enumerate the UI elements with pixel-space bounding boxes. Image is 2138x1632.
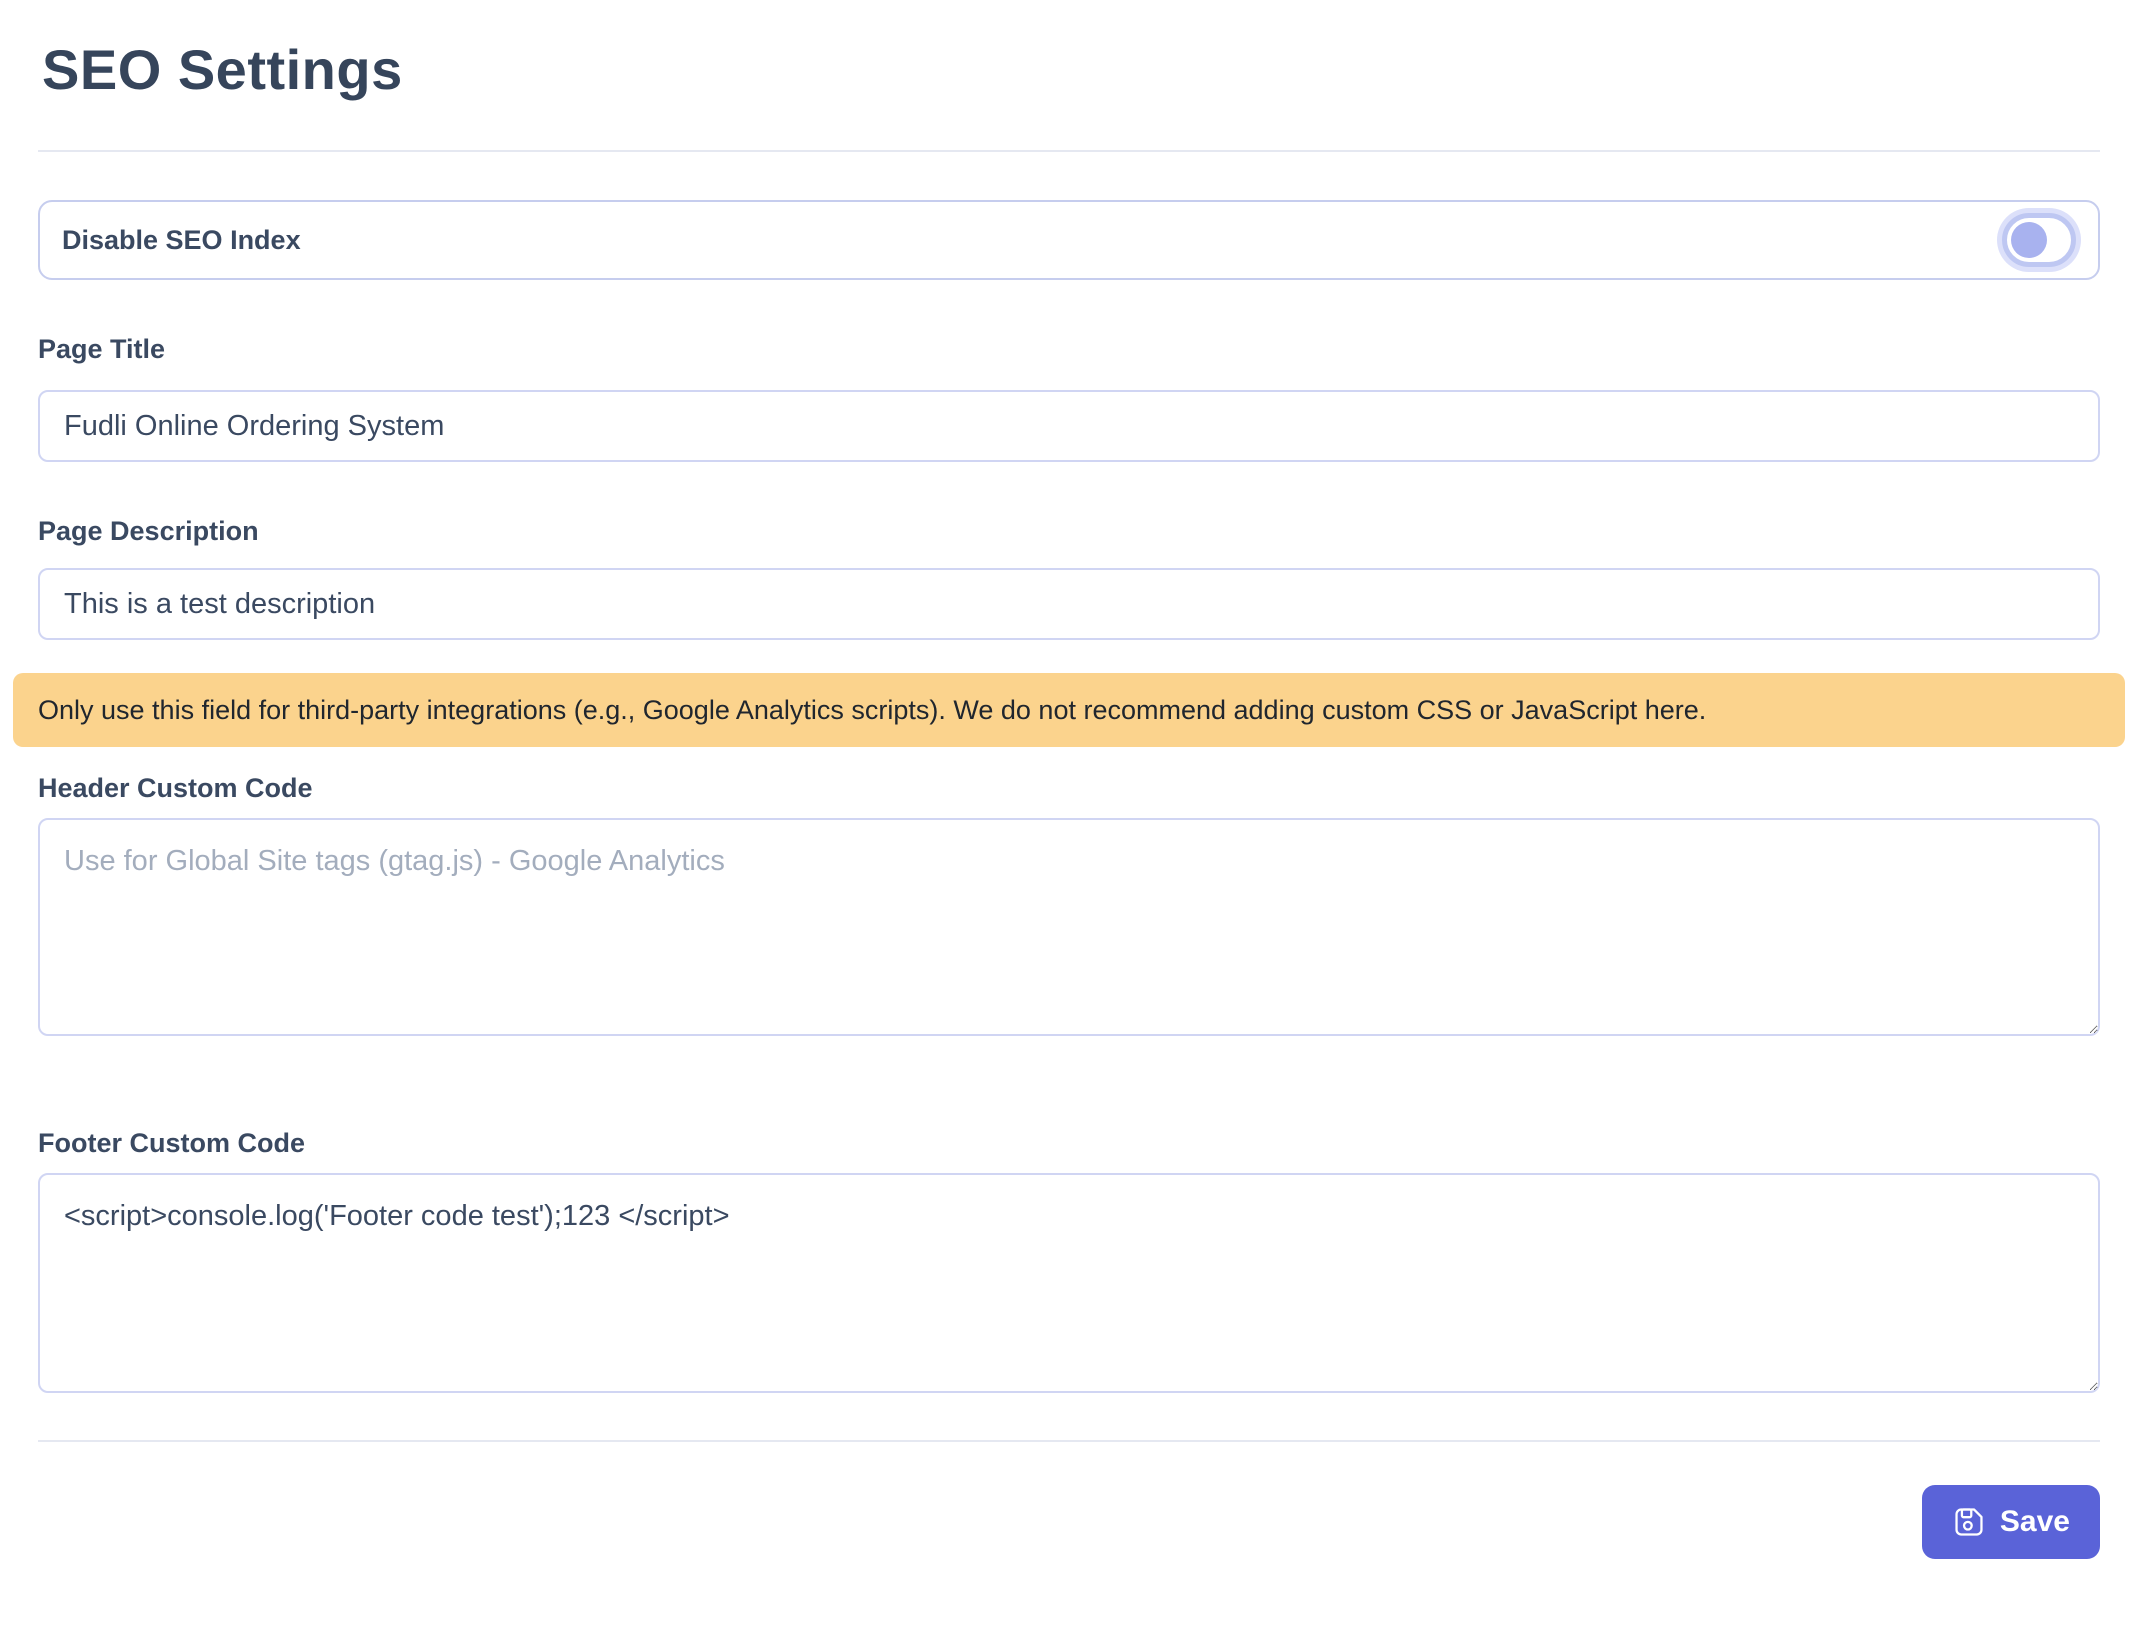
header-custom-code-label: Header Custom Code xyxy=(38,773,313,803)
page-description-input[interactable] xyxy=(38,568,2100,640)
seo-settings-page: SEO Settings Disable SEO Index Page Titl… xyxy=(0,30,2138,1559)
actions-row: Save xyxy=(38,1485,2100,1559)
page-description-field-label: Page Description xyxy=(38,516,259,546)
header-divider xyxy=(38,150,2100,152)
page-title-input[interactable] xyxy=(38,390,2100,462)
disable-seo-index-label: Disable SEO Index xyxy=(62,224,301,255)
page-title: SEO Settings xyxy=(42,38,403,101)
warning-banner-text: Only use this field for third-party inte… xyxy=(38,694,1707,725)
floppy-disk-icon xyxy=(1952,1505,1986,1539)
disable-seo-index-toggle[interactable] xyxy=(2002,213,2076,267)
third-party-warning-banner: Only use this field for third-party inte… xyxy=(13,673,2125,747)
save-button[interactable]: Save xyxy=(1921,1485,2100,1559)
footer-divider xyxy=(38,1440,2100,1442)
save-button-label: Save xyxy=(1999,1505,2070,1538)
disable-seo-index-card: Disable SEO Index xyxy=(38,200,2100,280)
page-title-field-label: Page Title xyxy=(38,334,166,364)
footer-custom-code-textarea[interactable]: <script>console.log('Footer code test');… xyxy=(38,1173,2100,1393)
toggle-knob xyxy=(2011,222,2047,258)
header-custom-code-textarea[interactable] xyxy=(38,818,2100,1036)
footer-custom-code-label: Footer Custom Code xyxy=(38,1128,305,1158)
